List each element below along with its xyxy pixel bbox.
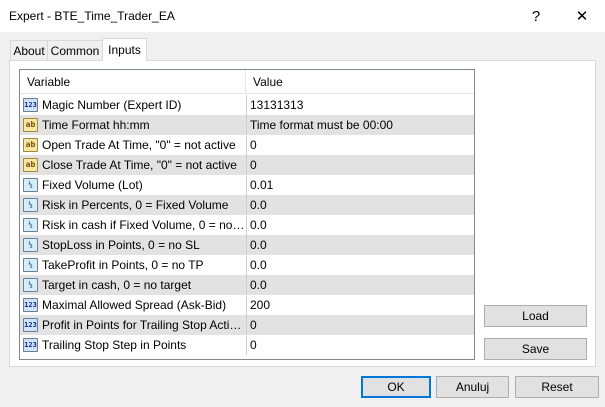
variable-value[interactable]: 13131313 (250, 95, 470, 115)
ok-button[interactable]: OK (361, 376, 431, 398)
help-icon: ? (531, 7, 541, 25)
table-row[interactable]: ½ StopLoss in Points, 0 = no SL 0.0 (20, 235, 474, 255)
column-divider (246, 295, 247, 315)
string-icon: ab (23, 158, 38, 172)
variable-name: Trailing Stop Step in Points (42, 338, 187, 352)
variable-value[interactable]: 0.01 (250, 175, 470, 195)
variable-value[interactable]: Time format must be 00:00 (250, 115, 470, 135)
table-row[interactable]: ½ Target in cash, 0 = no target 0.0 (20, 275, 474, 295)
column-divider (246, 275, 247, 295)
column-divider (246, 195, 247, 215)
inputs-grid[interactable]: Variable Value 123 Magic Number (Expert I… (19, 69, 475, 360)
string-icon: ab (23, 118, 38, 132)
variable-value[interactable]: 0 (250, 335, 470, 355)
variable-name: Maximal Allowed Spread (Ask-Bid) (42, 298, 227, 312)
column-divider (246, 115, 247, 135)
variable-name: Close Trade At Time, "0" = not active (42, 158, 237, 172)
help-button[interactable]: ? (513, 0, 559, 32)
table-row[interactable]: 123 Profit in Points for Trailing Stop Ac… (20, 315, 474, 335)
variable-value[interactable]: 0 (250, 155, 470, 175)
table-row[interactable]: ½ Fixed Volume (Lot) 0.01 (20, 175, 474, 195)
double-icon: ½ (23, 278, 38, 292)
table-row[interactable]: 123 Magic Number (Expert ID) 13131313 (20, 95, 474, 115)
column-header-value[interactable]: Value (246, 70, 474, 94)
window-title: Expert - BTE_Time_Trader_EA (9, 9, 175, 23)
variable-value[interactable]: 0.0 (250, 275, 470, 295)
variable-name: Time Format hh:mm (42, 118, 150, 132)
string-icon: ab (23, 138, 38, 152)
variable-value[interactable]: 0.0 (250, 255, 470, 275)
column-divider (246, 255, 247, 275)
table-row[interactable]: ab Close Trade At Time, "0" = not active 0 (20, 155, 474, 175)
variable-name: Risk in Percents, 0 = Fixed Volume (42, 198, 229, 212)
column-divider (246, 315, 247, 335)
variable-name: Magic Number (Expert ID) (42, 98, 182, 112)
cancel-button[interactable]: Anuluj (436, 376, 509, 398)
column-header-variable[interactable]: Variable (20, 70, 246, 94)
double-icon: ½ (23, 198, 38, 212)
int-icon: 123 (23, 98, 38, 112)
table-row[interactable]: ab Open Trade At Time, "0" = not active 0 (20, 135, 474, 155)
table-row[interactable]: ab Time Format hh:mm Time format must be 0… (20, 115, 474, 135)
table-row[interactable]: 123 Trailing Stop Step in Points 0 (20, 335, 474, 355)
variable-name: Fixed Volume (Lot) (42, 178, 143, 192)
column-divider (246, 175, 247, 195)
variable-name: StopLoss in Points, 0 = no SL (42, 238, 200, 252)
int-icon: 123 (23, 338, 38, 352)
variable-name: TakeProfit in Points, 0 = no TP (42, 258, 204, 272)
column-divider (246, 135, 247, 155)
variable-value[interactable]: 0.0 (250, 195, 470, 215)
table-row[interactable]: 123 Maximal Allowed Spread (Ask-Bid) 200 (20, 295, 474, 315)
reset-button[interactable]: Reset (515, 376, 599, 398)
load-button[interactable]: Load (484, 305, 587, 327)
int-icon: 123 (23, 298, 38, 312)
close-icon: ✕ (575, 8, 589, 25)
table-row[interactable]: ½ TakeProfit in Points, 0 = no TP 0.0 (20, 255, 474, 275)
double-icon: ½ (23, 178, 38, 192)
title-bar: Expert - BTE_Time_Trader_EA ? ✕ (0, 0, 605, 32)
column-divider (246, 235, 247, 255)
tab-common[interactable]: Common (47, 40, 103, 60)
double-icon: ½ (23, 238, 38, 252)
tab-about[interactable]: About (10, 40, 48, 60)
variable-value[interactable]: 0 (250, 315, 470, 335)
double-icon: ½ (23, 218, 38, 232)
variable-name: Profit in Points for Trailing Stop Activ… (42, 318, 246, 332)
tab-inputs[interactable]: Inputs (102, 38, 147, 61)
save-button[interactable]: Save (484, 338, 587, 360)
column-divider (246, 155, 247, 175)
variable-name: Open Trade At Time, "0" = not active (42, 138, 236, 152)
variable-value[interactable]: 0.0 (250, 235, 470, 255)
variable-value[interactable]: 0.0 (250, 215, 470, 235)
column-divider (246, 335, 247, 355)
table-row[interactable]: ½ Risk in cash if Fixed Volume, 0 = not a… (20, 215, 474, 235)
close-button[interactable]: ✕ (559, 0, 605, 32)
variable-value[interactable]: 200 (250, 295, 470, 315)
grid-header: Variable Value (20, 70, 474, 94)
variable-value[interactable]: 0 (250, 135, 470, 155)
int-icon: 123 (23, 318, 38, 332)
column-divider (246, 95, 247, 115)
double-icon: ½ (23, 258, 38, 272)
variable-name: Target in cash, 0 = no target (42, 278, 192, 292)
column-divider (246, 215, 247, 235)
variable-name: Risk in cash if Fixed Volume, 0 = not ac… (42, 218, 246, 232)
table-row[interactable]: ½ Risk in Percents, 0 = Fixed Volume 0.0 (20, 195, 474, 215)
